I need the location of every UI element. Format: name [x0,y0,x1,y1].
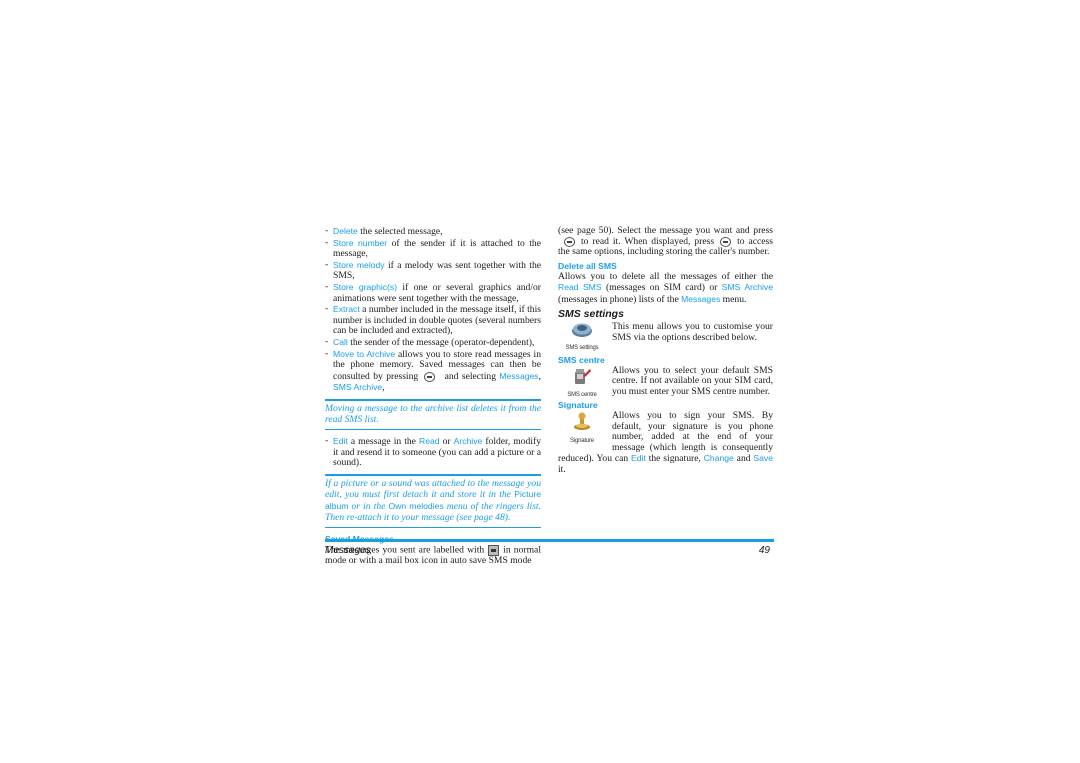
sms-centre-icon-box: SMS centre [558,366,606,401]
messages-link: Messages [499,370,539,381]
signature-stamp-icon [574,412,590,430]
sms-settings-text: This menu allows you to customise your S… [612,320,773,343]
para-text: it. [558,463,566,475]
end-punct: , [382,382,385,394]
para-text: (messages in phone) lists of the [558,293,682,305]
option-delete: - Delete the selected message, [325,225,541,238]
para-text: (see page 50). Select the message you wa… [558,225,773,236]
option-call: - Call the sender of the message (operat… [325,335,541,349]
edit-link: Edit [631,453,646,464]
para-text: to read it. When displayed, press [581,235,715,247]
option-link: Move to Archive [333,348,396,359]
option-link: Store number [333,237,388,248]
icon-caption: Signature [570,437,594,444]
sms-centre-heading: SMS centre [558,354,605,365]
option-store-graphics: - Store graphic(s) if one or several gra… [325,280,541,304]
change-link: Change [703,453,734,464]
right-column: (see page 50). Select the message you wa… [558,225,773,476]
option-text: a number included in the message itself,… [333,304,541,337]
sent-message-icon [488,544,500,556]
delete-all-sms-text: Allows you to delete all the messages of… [558,270,773,306]
bullet-dash: - [325,303,329,315]
option-link: Store graphic(s) [333,281,398,292]
bullet-dash: - [325,236,329,248]
para-text: Allows you to delete all the messages of… [558,270,773,282]
ok-key-icon [424,371,436,382]
sms-centre-icon [575,368,591,384]
save-link: Save [753,453,773,464]
option-link: Delete [333,226,358,236]
bullet-dash: - [325,280,329,292]
option-edit: - Edit a message in the Read or Archive … [325,435,541,469]
read-sms-continued: (see page 50). Select the message you wa… [558,225,773,258]
sms-archive-link: SMS Archive [333,382,383,393]
para-text: menu. [720,293,747,305]
option-store-melody: - Store melody if a melody was sent toge… [325,258,541,282]
read-sms-link: Read SMS [558,282,602,293]
option-store-number: - Store number of the sender if it is at… [325,236,541,260]
archive-link: Archive [453,436,483,447]
sms-settings-heading: SMS settings [558,308,624,321]
option-text: a message in the [347,436,419,448]
left-column: - Delete the selected message, - Store n… [325,225,541,567]
separator: , [538,370,541,382]
para-text: and [733,453,754,465]
own-melodies-link: Own melodies [388,501,444,512]
option-link: Store melody [333,259,385,270]
icon-caption: SMS settings [565,344,599,351]
option-link: Call [333,336,348,347]
sms-archive-link: SMS Archive [721,282,773,293]
attachment-note: If a picture or a sound was attached to … [325,473,541,529]
option-text: the selected message, [357,226,443,237]
sms-centre-block: SMS centre Allows you to select your def… [558,364,773,401]
sms-settings-block: SMS settings This menu allows you to cus… [558,320,773,353]
bullet-dash: - [325,225,329,236]
option-link: Edit [333,436,348,447]
page-number: 49 [758,545,770,556]
sms-settings-icon [572,323,592,337]
footer-rule [325,539,774,542]
option-move-to-archive: - Move to Archive allows you to store re… [325,347,541,394]
bullet-dash: - [325,335,329,347]
option-extract: - Extract a number included in the messa… [325,304,541,337]
signature-block: Signature Allows you to sign your SMS. B… [558,410,773,476]
sms-settings-icon-box: SMS settings [558,322,606,353]
option-link: Extract [333,304,360,315]
bullet-dash: - [325,347,329,359]
bullet-dash: - [325,258,329,270]
bullet-dash: - [325,435,329,447]
messages-link: Messages [681,293,721,304]
sms-centre-text: Allows you to select your default SMS ce… [612,364,773,397]
read-link: Read [418,436,440,447]
option-text: or [439,436,454,448]
para-text: the signature, [645,453,704,465]
archive-note: Moving a message to the archive list del… [325,398,541,431]
signature-icon-box: Signature [558,411,606,444]
ok-key-icon [564,236,575,247]
note-text: If a picture or a sound was attached to … [325,477,541,501]
para-text: (messages on SIM card) or [601,282,722,294]
option-text: the sender of the message (operator-depe… [347,336,535,348]
icon-caption: SMS centre [567,392,597,399]
footer-section-title: Messages [325,545,371,556]
option-text: and selecting [441,370,500,382]
ok-key-icon [720,236,732,247]
note-text: or in the [348,501,389,513]
